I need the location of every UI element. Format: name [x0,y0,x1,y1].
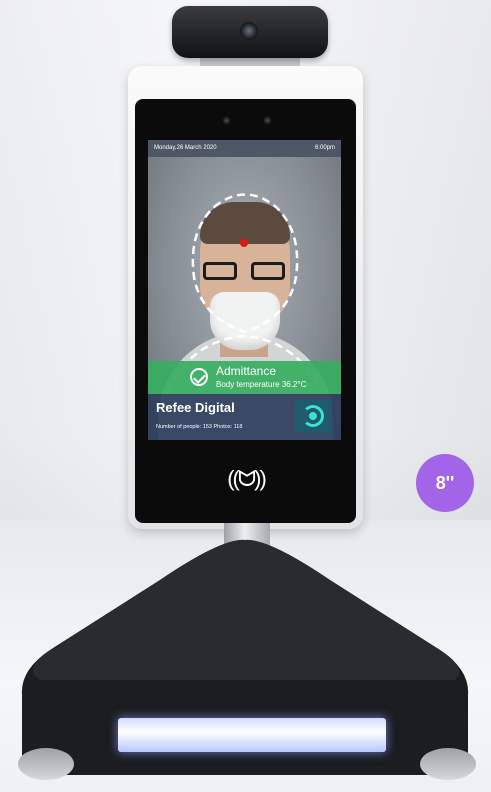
camera-lens-icon [240,22,258,40]
visitor-stats: Number of people: 153 Photos: 118 [156,424,243,430]
body-temperature: Body temperature 36.2°C [216,380,307,389]
front-sensor-icon [222,116,231,125]
check-circle-icon [190,368,208,386]
stand-foot-right [420,748,476,780]
screen-size-badge: 8'' [416,454,474,512]
info-panel: Refee Digital Number of people: 153 Phot… [148,394,341,440]
recognition-icon [295,400,331,433]
brand-name: Refee Digital [156,400,235,415]
nfc-icon: ((ᗢ)) [227,466,267,491]
screen-status-bar: Monday,26 March 2020 6:00pm [148,140,341,157]
base-light-bar [118,718,386,752]
screen-time: 6:00pm [314,145,335,151]
front-camera-icon [263,116,272,125]
stand-foot-left [18,748,74,780]
admittance-banner: Admittance Body temperature 36.2°C [148,361,341,394]
face-detection-outline [191,193,299,334]
screen-date: Monday,26 March 2020 [154,145,217,151]
admittance-status: Admittance [216,364,277,378]
device-screen: Monday,26 March 2020 6:00pm Admittance B… [148,140,341,440]
